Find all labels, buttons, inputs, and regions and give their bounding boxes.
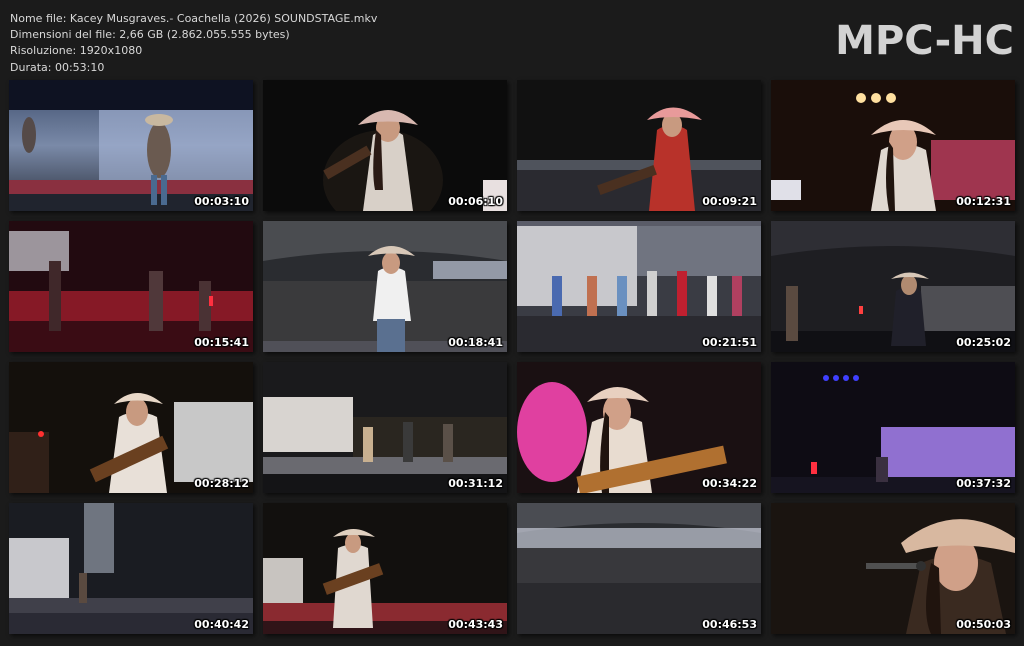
thumbnail-frame: 00:12:31 — [771, 80, 1015, 211]
timestamp: 00:18:41 — [448, 336, 503, 349]
video-frame-image — [771, 80, 1015, 211]
file-size-line: Dimensioni del file: 2,66 GB (2.862.055.… — [10, 28, 290, 42]
thumbnail-frame: 00:50:03 — [771, 503, 1015, 634]
timestamp: 00:43:43 — [448, 618, 503, 631]
resolution-line: Risoluzione: 1920x1080 — [10, 44, 143, 58]
video-frame-image — [263, 503, 507, 634]
timestamp: 00:31:12 — [448, 477, 503, 490]
thumbnail-grid: 00:03:10 00:06:10 00:09:21 00:12:31 00:1… — [9, 80, 1015, 634]
timestamp: 00:46:53 — [702, 618, 757, 631]
file-info: Nome file: Kacey Musgraves.- Coachella (… — [10, 11, 377, 76]
timestamp: 00:15:41 — [194, 336, 249, 349]
video-frame-image — [771, 362, 1015, 493]
file-name-line: Nome file: Kacey Musgraves.- Coachella (… — [10, 12, 378, 25]
timestamp: 00:09:21 — [702, 195, 757, 208]
video-frame-image — [263, 80, 507, 211]
video-frame-image — [9, 362, 253, 493]
timestamp: 00:37:32 — [956, 477, 1011, 490]
thumbnail-frame: 00:25:02 — [771, 221, 1015, 352]
video-frame-image — [263, 362, 507, 493]
thumbnail-frame: 00:03:10 — [9, 80, 253, 211]
timestamp: 00:03:10 — [194, 195, 249, 208]
thumbnail-frame: 00:34:22 — [517, 362, 761, 493]
timestamp: 00:50:03 — [956, 618, 1011, 631]
thumbnail-frame: 00:09:21 — [517, 80, 761, 211]
thumbnail-frame: 00:21:51 — [517, 221, 761, 352]
video-frame-image — [9, 503, 253, 634]
video-frame-image — [771, 221, 1015, 352]
thumbnail-frame: 00:46:53 — [517, 503, 761, 634]
timestamp: 00:40:42 — [194, 618, 249, 631]
video-frame-image — [517, 80, 761, 211]
thumbnail-frame: 00:31:12 — [263, 362, 507, 493]
thumbnail-frame: 00:43:43 — [263, 503, 507, 634]
timestamp: 00:12:31 — [956, 195, 1011, 208]
thumbnail-frame: 00:37:32 — [771, 362, 1015, 493]
video-frame-image — [517, 221, 761, 352]
thumbnail-sheet: Nome file: Kacey Musgraves.- Coachella (… — [0, 0, 1024, 646]
video-frame-image — [263, 221, 507, 352]
thumbnail-frame: 00:28:12 — [9, 362, 253, 493]
timestamp: 00:06:10 — [448, 195, 503, 208]
video-frame-image — [9, 221, 253, 352]
thumbnail-frame: 00:15:41 — [9, 221, 253, 352]
timestamp: 00:25:02 — [956, 336, 1011, 349]
video-frame-image — [9, 80, 253, 211]
timestamp: 00:21:51 — [702, 336, 757, 349]
timestamp: 00:34:22 — [702, 477, 757, 490]
video-frame-image — [517, 503, 761, 634]
video-frame-image — [517, 362, 761, 493]
duration-line: Durata: 00:53:10 — [10, 60, 105, 74]
mpc-hc-logo: MPC-HC — [835, 18, 1014, 64]
thumbnail-frame: 00:18:41 — [263, 221, 507, 352]
video-frame-image — [771, 503, 1015, 634]
thumbnail-frame: 00:40:42 — [9, 503, 253, 634]
timestamp: 00:28:12 — [194, 477, 249, 490]
thumbnail-frame: 00:06:10 — [263, 80, 507, 211]
